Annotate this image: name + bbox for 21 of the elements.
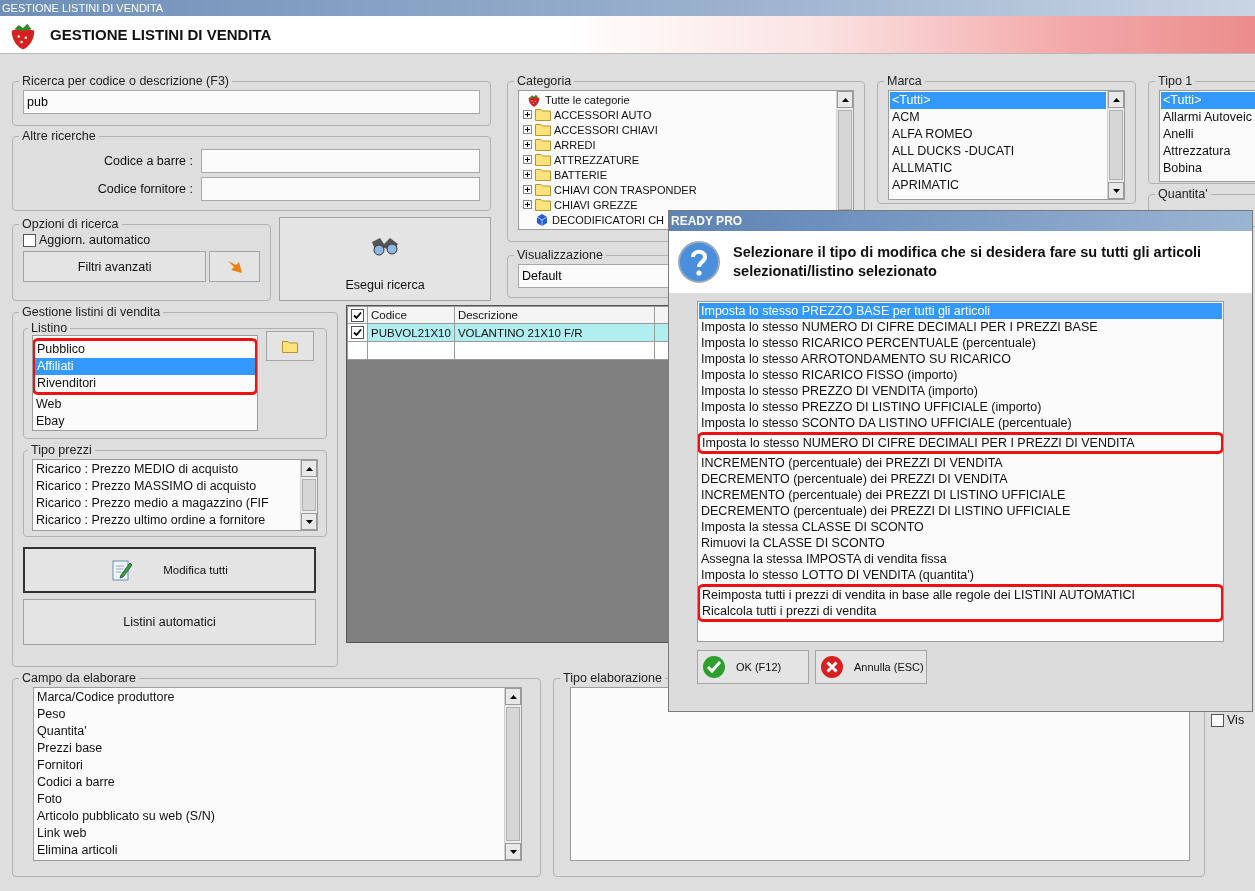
group-title: Visualizzazione — [516, 248, 604, 262]
group-title: Tipo prezzi — [30, 443, 93, 457]
group-title: Altre ricerche — [21, 129, 97, 143]
page-title: GESTIONE LISTINI DI VENDITA — [50, 26, 272, 43]
group-title: Tipo elaborazione — [562, 671, 663, 685]
checkbox-label: Vis — [1227, 713, 1245, 727]
group-title: Campo da elaborare — [21, 671, 137, 685]
dialog-title: READY PRO — [669, 211, 1252, 231]
group-title: Tipo 1 — [1157, 74, 1194, 88]
group-title: Opzioni di ricerca — [21, 217, 120, 231]
dialog-message: Selezionare il tipo di modifica che si desidera fare su tutti gli articoli selezionati/listino selezionato — [733, 243, 1203, 281]
field-label: Codice fornitore : — [96, 182, 193, 196]
group-title: Categoria — [516, 74, 573, 88]
group-title: Ricerca per codice o descrizione (F3) — [21, 74, 231, 88]
group-title: Listino — [30, 321, 69, 335]
field-label: Codice a barre : — [103, 154, 193, 168]
group-title: Gestione listini di vendita — [21, 305, 162, 319]
group-title: Quantita' — [1157, 187, 1209, 201]
checkbox-label: Aggiorn. automatico — [39, 233, 151, 247]
window-title: GESTIONE LISTINI DI VENDITA — [0, 0, 1255, 16]
group-title: Marca — [886, 74, 923, 88]
